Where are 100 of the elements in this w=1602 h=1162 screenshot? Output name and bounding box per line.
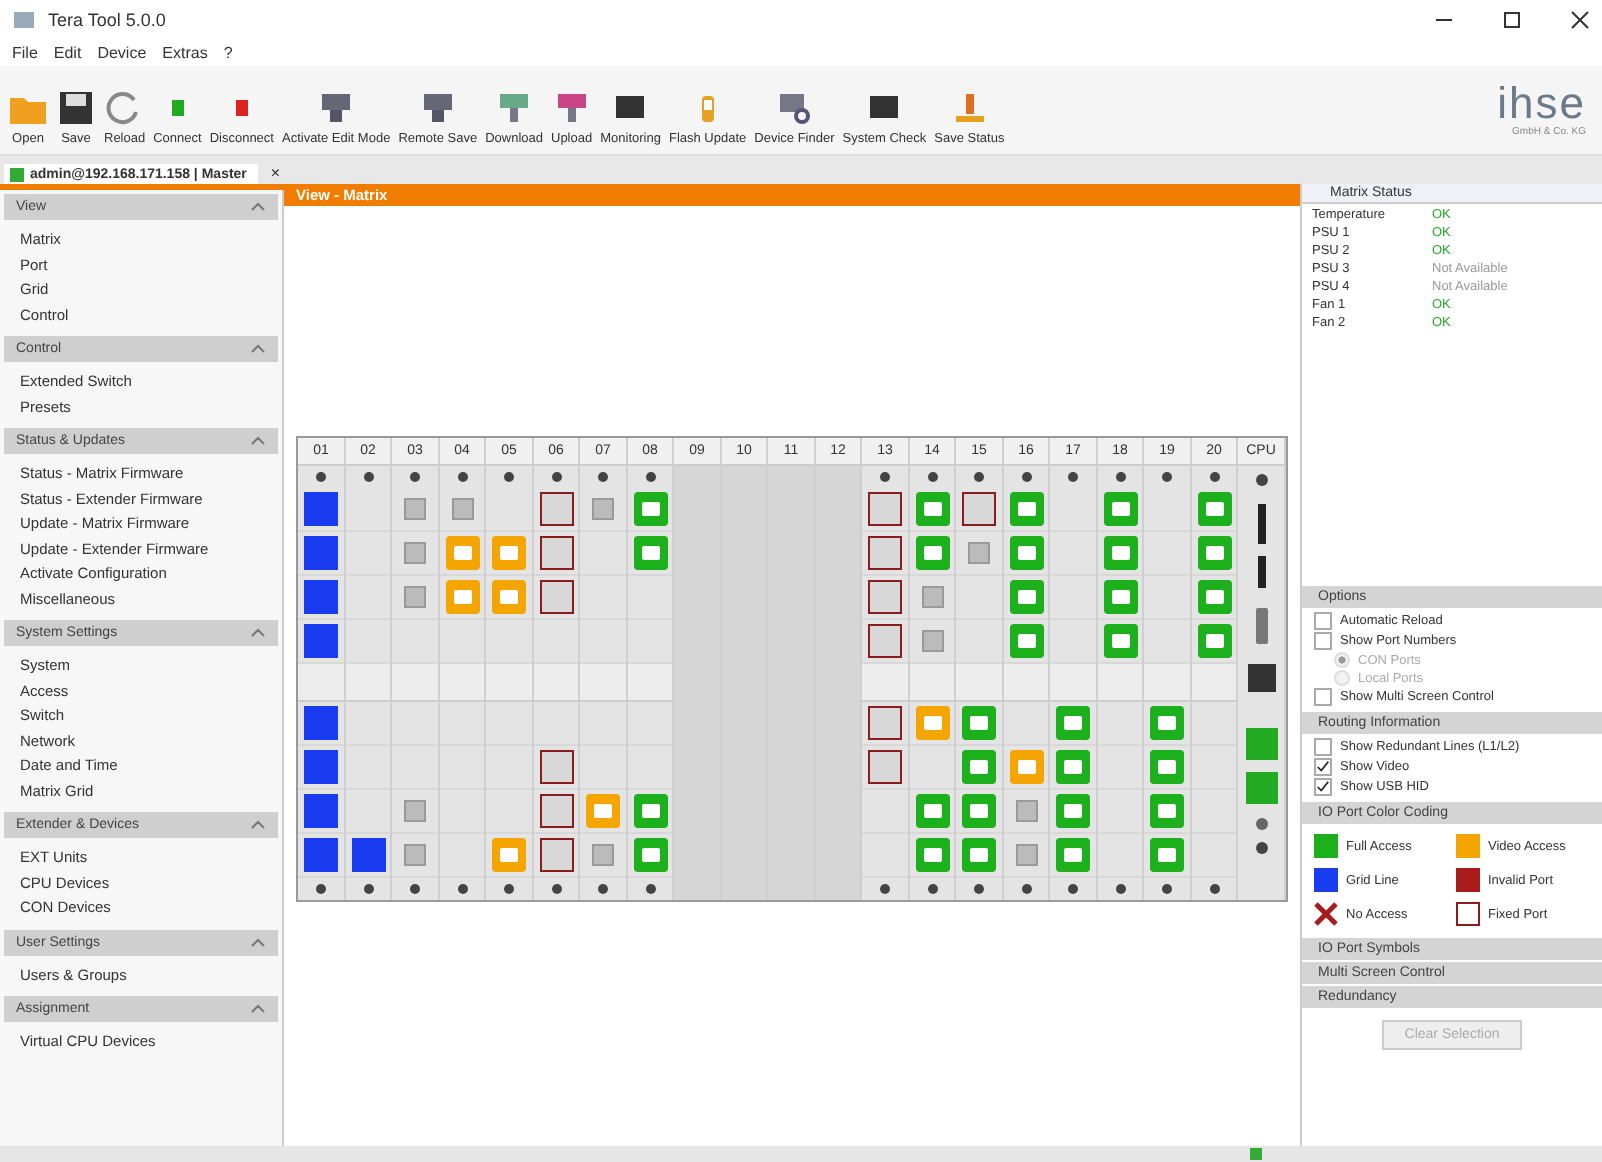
- checkbox[interactable]: [1314, 688, 1332, 706]
- full-access-port[interactable]: [633, 492, 667, 526]
- screw-icon: [363, 884, 373, 894]
- idle-port[interactable]: [921, 586, 943, 608]
- logo-text: ihse: [1497, 82, 1586, 126]
- full-access-port[interactable]: [1103, 624, 1137, 658]
- full-access-port[interactable]: [915, 492, 949, 526]
- full-access-port[interactable]: [633, 794, 667, 828]
- full-access-port[interactable]: [1103, 492, 1137, 526]
- fixed-port[interactable]: [868, 706, 902, 740]
- full-access-port[interactable]: [915, 838, 949, 872]
- full-access-port[interactable]: [1197, 624, 1231, 658]
- close-icon[interactable]: [1570, 10, 1590, 30]
- full-access-port[interactable]: [1150, 750, 1184, 784]
- screw-icon: [457, 884, 467, 894]
- connection-icon: [10, 168, 24, 182]
- full-access-port[interactable]: [915, 536, 949, 570]
- video-access-port[interactable]: [492, 838, 526, 872]
- full-access-port[interactable]: [1056, 794, 1090, 828]
- idle-port[interactable]: [921, 630, 943, 652]
- collapse-chevron-icon[interactable]: [250, 937, 266, 947]
- idle-port[interactable]: [1015, 800, 1037, 822]
- fixed-port[interactable]: [868, 750, 902, 784]
- idle-port[interactable]: [404, 498, 426, 520]
- video-access-port[interactable]: [445, 580, 479, 614]
- full-access-port[interactable]: [962, 838, 996, 872]
- grid-line-port[interactable]: [351, 838, 385, 872]
- fixed-port[interactable]: [539, 492, 573, 526]
- collapse-chevron-icon[interactable]: [250, 344, 266, 354]
- menu-item[interactable]: File: [12, 44, 38, 62]
- screw-icon: [645, 472, 655, 482]
- screw-icon: [1115, 884, 1125, 894]
- collapse-chevron-icon[interactable]: [250, 1004, 266, 1014]
- fixed-port[interactable]: [962, 492, 996, 526]
- video-access-port[interactable]: [915, 706, 949, 740]
- checkbox[interactable]: [1314, 612, 1332, 630]
- fixed-port[interactable]: [868, 536, 902, 570]
- fixed-port[interactable]: [868, 492, 902, 526]
- menu-item[interactable]: Edit: [53, 44, 82, 62]
- video-access-port[interactable]: [1009, 750, 1043, 784]
- full-access-port[interactable]: [1056, 750, 1090, 784]
- full-access-port[interactable]: [1009, 624, 1043, 658]
- idle-port[interactable]: [1015, 844, 1037, 866]
- fixed-port[interactable]: [539, 794, 573, 828]
- collapse-chevron-icon[interactable]: [250, 820, 266, 830]
- full-access-port[interactable]: [1150, 706, 1184, 740]
- screw-icon: [974, 472, 984, 482]
- idle-port[interactable]: [968, 542, 990, 564]
- full-access-port[interactable]: [1056, 706, 1090, 740]
- collapse-chevron-icon[interactable]: [250, 628, 266, 638]
- idle-port[interactable]: [592, 498, 614, 520]
- checkbox[interactable]: [1314, 758, 1332, 776]
- full-access-port[interactable]: [1103, 536, 1137, 570]
- idle-port[interactable]: [592, 844, 614, 866]
- full-access-port[interactable]: [1197, 492, 1231, 526]
- checkbox[interactable]: [1314, 738, 1332, 756]
- full-access-port[interactable]: [962, 706, 996, 740]
- full-access-port[interactable]: [633, 536, 667, 570]
- collapse-chevron-icon[interactable]: [250, 202, 266, 212]
- idle-port[interactable]: [404, 542, 426, 564]
- full-access-port[interactable]: [1056, 838, 1090, 872]
- fixed-port[interactable]: [539, 580, 573, 614]
- full-access-port[interactable]: [1009, 580, 1043, 614]
- close-tab-button[interactable]: ×: [270, 164, 281, 184]
- full-access-port[interactable]: [1150, 838, 1184, 872]
- video-access-port[interactable]: [492, 536, 526, 570]
- full-access-port[interactable]: [962, 794, 996, 828]
- fixed-port[interactable]: [868, 580, 902, 614]
- fixed-port[interactable]: [539, 838, 573, 872]
- screw-icon: [645, 884, 655, 894]
- full-access-port[interactable]: [633, 838, 667, 872]
- fixed-port[interactable]: [539, 750, 573, 784]
- idle-port[interactable]: [404, 844, 426, 866]
- menu-item[interactable]: Extras: [162, 44, 208, 62]
- collapse-chevron-icon[interactable]: [250, 436, 266, 446]
- full-access-port[interactable]: [1197, 580, 1231, 614]
- screw-icon: [927, 472, 937, 482]
- screw-icon: [551, 884, 561, 894]
- menu-item[interactable]: Device: [97, 44, 147, 62]
- full-access-port[interactable]: [1197, 536, 1231, 570]
- fixed-port[interactable]: [539, 536, 573, 570]
- video-access-port[interactable]: [586, 794, 620, 828]
- screw-icon: [504, 472, 514, 482]
- full-access-port[interactable]: [1009, 536, 1043, 570]
- full-access-port[interactable]: [962, 750, 996, 784]
- video-access-port[interactable]: [445, 536, 479, 570]
- full-access-port[interactable]: [1150, 794, 1184, 828]
- menu-item[interactable]: ?: [223, 44, 233, 62]
- window-title: Tera Tool 5.0.0: [48, 10, 166, 30]
- checkbox[interactable]: [1314, 778, 1332, 796]
- video-access-port[interactable]: [492, 580, 526, 614]
- full-access-port[interactable]: [1009, 492, 1043, 526]
- checkbox[interactable]: [1314, 632, 1332, 650]
- idle-port[interactable]: [404, 586, 426, 608]
- maximize-icon[interactable]: [1502, 10, 1522, 30]
- idle-port[interactable]: [404, 800, 426, 822]
- full-access-port[interactable]: [1103, 580, 1137, 614]
- idle-port[interactable]: [451, 498, 473, 520]
- fixed-port[interactable]: [868, 624, 902, 658]
- full-access-port[interactable]: [915, 794, 949, 828]
